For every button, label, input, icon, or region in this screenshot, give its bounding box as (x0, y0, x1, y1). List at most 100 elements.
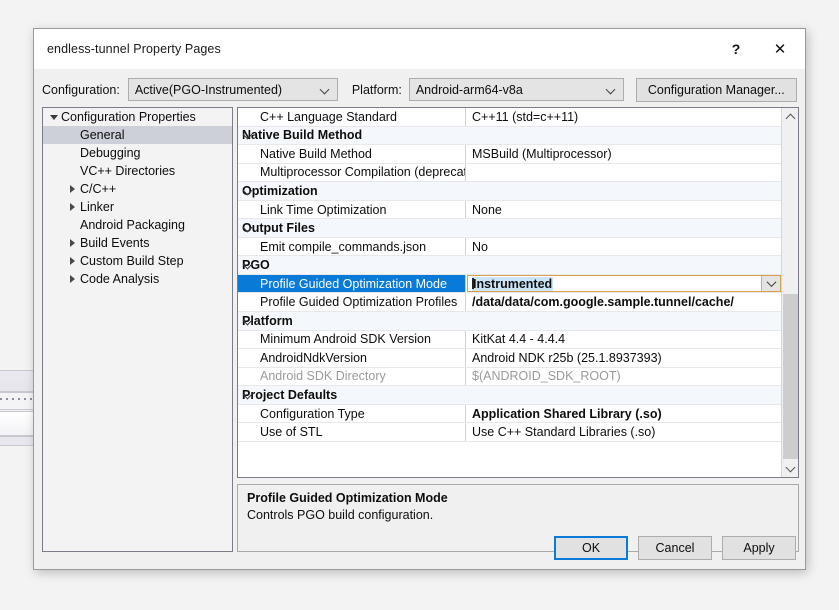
property-value: None (466, 201, 781, 219)
sidebar-item-configuration-properties[interactable]: Configuration Properties (43, 108, 232, 126)
property-name: Link Time Optimization (238, 201, 466, 219)
sidebar-item-android-packaging[interactable]: Android Packaging (43, 216, 232, 234)
sidebar-item-vc-directories[interactable]: VC++ Directories (43, 162, 232, 180)
sidebar-item-label: Build Events (79, 236, 149, 250)
sidebar-item-custom-build-step[interactable]: Custom Build Step (43, 252, 232, 270)
value-dropdown-chevron-down-icon[interactable] (761, 276, 780, 292)
property-category-row[interactable]: Platform (238, 312, 781, 331)
property-name: Native Build Method (238, 145, 466, 163)
property-row[interactable]: Emit compile_commands.jsonNo (238, 238, 781, 257)
sidebar-item-c-c[interactable]: C/C++ (43, 180, 232, 198)
property-pages-dialog: endless-tunnel Property Pages ? ✕ Config… (33, 28, 806, 570)
chevron-down-icon[interactable] (243, 130, 253, 140)
property-row[interactable]: Profile Guided Optimization Profiles/dat… (238, 293, 781, 312)
property-value (466, 256, 781, 274)
configuration-manager-button[interactable]: Configuration Manager... (636, 78, 797, 102)
property-row[interactable]: Use of STLUse C++ Standard Libraries (.s… (238, 423, 781, 442)
chevron-down-icon[interactable] (243, 390, 253, 400)
platform-label: Platform: (352, 83, 402, 97)
property-grid[interactable]: C++ Language StandardC++11 (std=c++11)Na… (237, 107, 799, 478)
ok-button[interactable]: OK (554, 536, 628, 560)
property-name: Platform (238, 312, 466, 330)
sidebar-item-label: Code Analysis (79, 272, 159, 286)
chevron-down-icon (607, 85, 616, 94)
sidebar-item-linker[interactable]: Linker (43, 198, 232, 216)
property-row[interactable]: Link Time OptimizationNone (238, 201, 781, 220)
scrollbar-thumb[interactable] (783, 294, 798, 459)
property-category-row[interactable]: PGO (238, 256, 781, 275)
sidebar-item-build-events[interactable]: Build Events (43, 234, 232, 252)
property-value: Application Shared Library (.so) (466, 405, 781, 423)
help-question-icon[interactable]: ? (715, 29, 757, 69)
property-name: C++ Language Standard (238, 108, 466, 126)
sidebar-item-label: Debugging (79, 146, 140, 160)
property-name: Native Build Method (238, 127, 466, 145)
property-category-row[interactable]: Optimization (238, 182, 781, 201)
sidebar-item-general[interactable]: General (43, 126, 232, 144)
sidebar-item-label: Linker (79, 200, 114, 214)
property-name: Output Files (238, 219, 466, 237)
sidebar-item-label: VC++ Directories (79, 164, 175, 178)
sidebar-item-code-analysis[interactable]: Code Analysis (43, 270, 232, 288)
property-name: Project Defaults (238, 386, 466, 404)
sidebar-item-label: Configuration Properties (60, 110, 196, 124)
text-caret (472, 278, 474, 290)
chevron-up-icon[interactable] (782, 108, 798, 125)
property-tree[interactable]: Configuration Properties General Debugging… (42, 107, 233, 552)
chevron-down-icon[interactable] (243, 316, 253, 326)
configuration-dropdown[interactable]: Active(PGO-Instrumented) (128, 78, 338, 101)
property-value: Android NDK r25b (25.1.8937393) (466, 349, 781, 367)
description-title: Profile Guided Optimization Mode (247, 491, 789, 505)
property-value: MSBuild (Multiprocessor) (466, 145, 781, 163)
chevron-down-icon[interactable] (243, 186, 253, 196)
platform-dropdown-value: Android-arm64-v8a (410, 83, 523, 97)
property-name: Emit compile_commands.json (238, 238, 466, 256)
property-row[interactable]: Profile Guided Optimization ModeInstrume… (238, 275, 781, 294)
sidebar-item-label: Android Packaging (79, 218, 185, 232)
property-value: C++11 (std=c++11) (466, 108, 781, 126)
triangle-right-icon (66, 239, 79, 247)
sidebar-item-label: C/C++ (79, 182, 116, 196)
property-name: Profile Guided Optimization Profiles (238, 293, 466, 311)
dialog-titlebar: endless-tunnel Property Pages ? ✕ (34, 29, 805, 69)
property-value-editor[interactable]: Instrumented (467, 275, 781, 293)
cancel-button[interactable]: Cancel (638, 536, 712, 560)
platform-dropdown[interactable]: Android-arm64-v8a (409, 78, 624, 101)
sidebar-item-label: Custom Build Step (79, 254, 184, 268)
triangle-down-icon (47, 115, 60, 120)
property-row[interactable]: Android SDK Directory$(ANDROID_SDK_ROOT) (238, 368, 781, 387)
chevron-down-icon[interactable] (243, 260, 253, 270)
property-row[interactable]: AndroidNdkVersionAndroid NDK r25b (25.1.… (238, 349, 781, 368)
property-name: AndroidNdkVersion (238, 349, 466, 367)
dialog-title: endless-tunnel Property Pages (47, 42, 221, 56)
chevron-down-icon[interactable] (782, 460, 798, 477)
property-name: Use of STL (238, 423, 466, 441)
chevron-down-icon[interactable] (243, 223, 253, 233)
property-value (466, 164, 781, 182)
property-value: $(ANDROID_SDK_ROOT) (466, 368, 781, 386)
property-grid-scrollbar[interactable] (781, 108, 798, 477)
triangle-right-icon (66, 257, 79, 265)
property-row[interactable]: Native Build MethodMSBuild (Multiprocess… (238, 145, 781, 164)
triangle-right-icon (66, 203, 79, 211)
property-value (466, 219, 781, 237)
property-value (466, 127, 781, 145)
property-name: Android SDK Directory (238, 368, 466, 386)
property-value: KitKat 4.4 - 4.4.4 (466, 331, 781, 349)
configuration-toolbar: Configuration: Active(PGO-Instrumented) … (34, 69, 805, 110)
property-row[interactable]: Configuration TypeApplication Shared Lib… (238, 405, 781, 424)
property-row[interactable]: Multiprocessor Compilation (deprecated) (238, 164, 781, 183)
property-name: PGO (238, 256, 466, 274)
property-category-row[interactable]: Native Build Method (238, 127, 781, 146)
property-category-row[interactable]: Output Files (238, 219, 781, 238)
property-row[interactable]: C++ Language StandardC++11 (std=c++11) (238, 108, 781, 127)
property-row[interactable]: Minimum Android SDK VersionKitKat 4.4 - … (238, 331, 781, 350)
close-icon[interactable]: ✕ (759, 29, 801, 69)
property-value: Use C++ Standard Libraries (.so) (466, 423, 781, 441)
triangle-right-icon (66, 185, 79, 193)
property-category-row[interactable]: Project Defaults (238, 386, 781, 405)
apply-button[interactable]: Apply (722, 536, 796, 560)
description-text: Controls PGO build configuration. (247, 508, 789, 522)
property-value (466, 182, 781, 200)
sidebar-item-debugging[interactable]: Debugging (43, 144, 232, 162)
